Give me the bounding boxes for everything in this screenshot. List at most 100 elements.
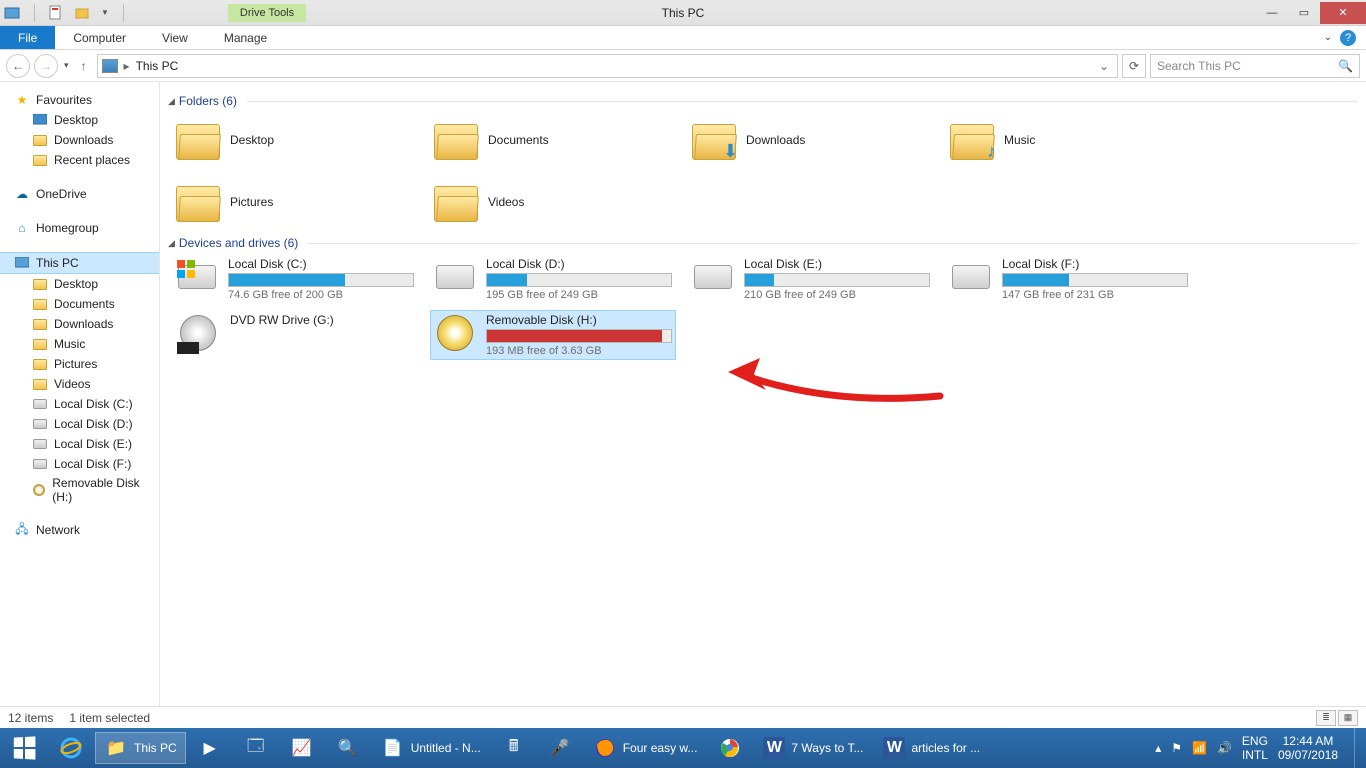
sidebar-this-pc[interactable]: This PC (0, 252, 159, 274)
minimize-button[interactable]: — (1256, 2, 1288, 24)
maximize-button[interactable]: ▭ (1288, 2, 1320, 24)
up-button[interactable]: ↑ (75, 59, 93, 73)
drive-item[interactable]: Local Disk (F:)147 GB free of 231 GB (946, 254, 1192, 304)
view-tab[interactable]: View (144, 26, 206, 49)
app-icon: 📄 (381, 736, 405, 760)
sidebar-item-recent[interactable]: Recent places (0, 150, 159, 170)
folder-item[interactable]: Desktop (172, 112, 418, 168)
drive-item[interactable]: Local Disk (E:)210 GB free of 249 GB (688, 254, 934, 304)
tray-language[interactable]: ENG INTL (1242, 734, 1268, 763)
taskbar-item[interactable] (49, 732, 93, 764)
sidebar-favourites-label: Favourites (36, 93, 92, 107)
sidebar-item-removable-h[interactable]: Removable Disk (H:) (0, 474, 159, 506)
sidebar-network[interactable]: 🖧Network (0, 520, 159, 540)
folders-section-header[interactable]: ◢ Folders (6) (166, 88, 1358, 112)
taskbar-item[interactable]: 🔍 (326, 732, 370, 764)
tray-clock[interactable]: 12:44 AM 09/07/2018 (1278, 734, 1338, 763)
drive-item[interactable]: DVD RW Drive (G:) (172, 310, 418, 360)
breadcrumb-this-pc[interactable]: This PC (136, 59, 179, 73)
tray-network-icon[interactable]: 📶 (1192, 741, 1207, 755)
search-placeholder: Search This PC (1157, 59, 1241, 73)
history-dropdown-icon[interactable]: ▾ (62, 60, 71, 71)
computer-tab[interactable]: Computer (55, 26, 144, 49)
tray-overflow-icon[interactable]: ▴ (1155, 741, 1161, 755)
breadcrumb-sep-icon[interactable]: ▸ (124, 59, 130, 73)
status-selected-count: 1 item selected (69, 711, 150, 725)
taskbar-item[interactable]: 🖩 (492, 732, 536, 764)
close-button[interactable]: ✕ (1320, 2, 1366, 24)
tray-volume-icon[interactable]: 🔊 (1217, 741, 1232, 755)
taskbar-item[interactable]: 📈 (280, 732, 324, 764)
sidebar-item-label: Network (36, 523, 80, 537)
minimize-ribbon-icon[interactable]: ⌄ (1324, 32, 1332, 43)
refresh-button[interactable]: ⟳ (1122, 54, 1146, 78)
tray-flag-icon[interactable]: ⚑ (1171, 741, 1182, 755)
taskbar-item[interactable]: Warticles for ... (874, 732, 989, 764)
folder-item[interactable]: Pictures (172, 174, 418, 230)
sidebar-item-label: Downloads (54, 133, 113, 147)
drive-free-text: 74.6 GB free of 200 GB (228, 289, 414, 301)
taskbar-item[interactable]: W7 Ways to T... (754, 732, 872, 764)
sidebar-item-disk-c[interactable]: Local Disk (C:) (0, 394, 159, 414)
qat-new-folder-icon[interactable] (75, 5, 91, 21)
address-bar[interactable]: ▸ This PC ⌄ (97, 54, 1118, 78)
sidebar-item-label: OneDrive (36, 187, 87, 201)
taskbar-item[interactable]: Four easy w... (584, 732, 707, 764)
sidebar-homegroup[interactable]: ⌂Homegroup (0, 218, 159, 238)
sidebar-item-documents[interactable]: Documents (0, 294, 159, 314)
sidebar-item-videos[interactable]: Videos (0, 374, 159, 394)
help-icon[interactable]: ? (1340, 30, 1356, 46)
drive-name: Local Disk (F:) (1002, 257, 1188, 271)
windows-logo-icon (14, 736, 36, 759)
sidebar-item-downloads2[interactable]: Downloads (0, 314, 159, 334)
manage-tab[interactable]: Manage (206, 26, 285, 49)
taskbar-item[interactable]: 🎤 (538, 732, 582, 764)
disk-icon (32, 416, 48, 432)
file-tab[interactable]: File (0, 26, 55, 49)
taskbar-item[interactable]: 📁This PC (95, 732, 186, 764)
folder-icon (32, 376, 48, 392)
folder-item[interactable]: Videos (430, 174, 676, 230)
back-button[interactable]: ← (6, 54, 30, 78)
address-dropdown-icon[interactable]: ⌄ (1099, 59, 1109, 73)
taskbar-item[interactable]: 🗔 (234, 732, 278, 764)
folder-item[interactable]: Documents (430, 112, 676, 168)
taskbar-item[interactable]: 📄Untitled - N... (372, 732, 490, 764)
sidebar-item-music[interactable]: Music (0, 334, 159, 354)
show-desktop-button[interactable] (1354, 728, 1362, 768)
sidebar-item-desktop[interactable]: Desktop (0, 110, 159, 130)
devices-section-header[interactable]: ◢ Devices and drives (6) (166, 230, 1358, 254)
section-title: Devices and drives (6) (179, 236, 298, 250)
taskbar-item[interactable] (708, 732, 752, 764)
drive-item[interactable]: Local Disk (D:)195 GB free of 249 GB (430, 254, 676, 304)
sidebar-item-pictures[interactable]: Pictures (0, 354, 159, 374)
sidebar-item-desktop2[interactable]: Desktop (0, 274, 159, 294)
drive-item[interactable]: Local Disk (C:)74.6 GB free of 200 GB (172, 254, 418, 304)
forward-button[interactable]: → (34, 54, 58, 78)
sidebar-onedrive[interactable]: ☁OneDrive (0, 184, 159, 204)
folder-label: Videos (488, 195, 524, 209)
search-box[interactable]: Search This PC 🔍 (1150, 54, 1360, 78)
sidebar-favourites[interactable]: ★ Favourites (0, 90, 159, 110)
sidebar-item-label: Local Disk (E:) (54, 437, 132, 451)
taskbar-item[interactable]: ▶ (188, 732, 232, 764)
folder-icon (32, 152, 48, 168)
ribbon: File Computer View Manage ⌄ ? (0, 26, 1366, 50)
cd-icon (32, 482, 46, 498)
sidebar-item-disk-d[interactable]: Local Disk (D:) (0, 414, 159, 434)
sidebar-item-label: Homegroup (36, 221, 99, 235)
start-button[interactable] (0, 728, 48, 768)
drive-item[interactable]: Removable Disk (H:)193 MB free of 3.63 G… (430, 310, 676, 360)
sidebar-item-downloads[interactable]: Downloads (0, 130, 159, 150)
folder-item[interactable]: ⬇Downloads (688, 112, 934, 168)
qat-properties-icon[interactable] (49, 5, 65, 21)
qat-dropdown-icon[interactable]: ▼ (101, 8, 109, 17)
sidebar-item-disk-e[interactable]: Local Disk (E:) (0, 434, 159, 454)
details-view-button[interactable]: ≣ (1316, 710, 1336, 726)
sidebar-item-disk-f[interactable]: Local Disk (F:) (0, 454, 159, 474)
tiles-view-button[interactable]: ▦ (1338, 710, 1358, 726)
drive-name: Removable Disk (H:) (486, 313, 672, 327)
drive-tools-contextual-tab[interactable]: Drive Tools (228, 4, 306, 22)
app-icon: 🗔 (244, 736, 268, 760)
folder-item[interactable]: ♪Music (946, 112, 1192, 168)
